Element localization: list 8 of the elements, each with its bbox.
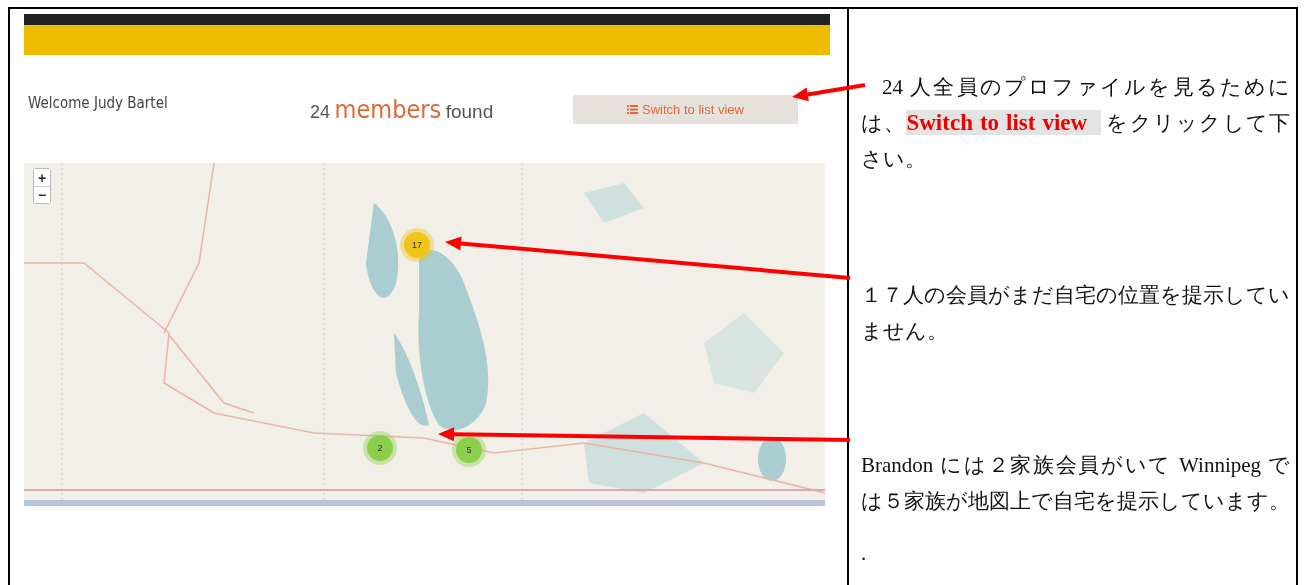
zoom-out-button[interactable]: − xyxy=(34,186,50,203)
annotation-text: Brandon には２家族会員がいて Winnipeg では５家族が地図上で自宅を提示しています。 xyxy=(861,452,1290,515)
annotation-text: . xyxy=(861,540,868,567)
list-icon xyxy=(627,104,639,114)
annotation-text: 24 人全員のプロファイルを見るためには、Switch to list view をクリックして下さい。 xyxy=(861,74,1290,173)
welcome-text: Welcome Judy Bartel xyxy=(27,94,169,112)
members-count: 24 members found xyxy=(310,94,495,124)
annotation-text: １７人の会員がまだ自宅の位置を提示していません。 xyxy=(861,282,1290,345)
